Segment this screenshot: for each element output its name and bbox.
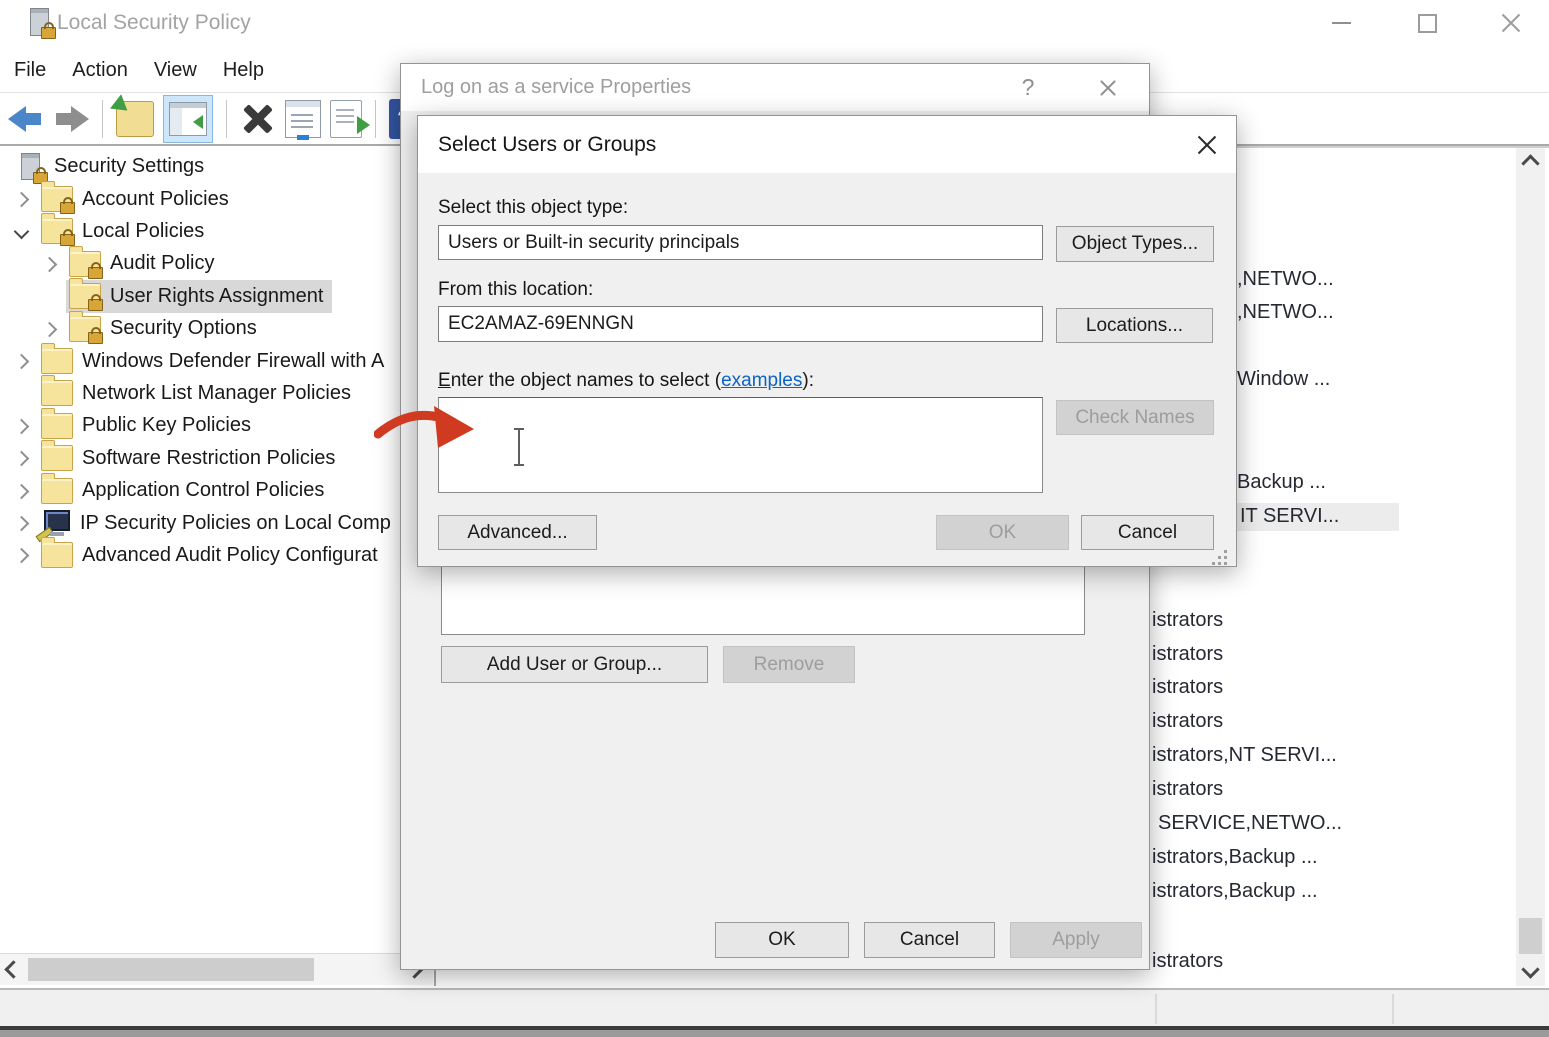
label-text: nter the object names to select ( — [451, 370, 721, 391]
object-names-label: Enter the object names to select (exampl… — [438, 370, 814, 392]
select-dialog-title-bar[interactable]: Select Users or Groups — [418, 116, 1236, 173]
local-security-policy-window: Local Security Policy File Action View H… — [0, 0, 1549, 1037]
select-cancel-button[interactable]: Cancel — [1081, 515, 1214, 550]
properties-dialog-title: Log on as a service Properties — [421, 76, 691, 99]
properties-ok-button[interactable]: OK — [715, 922, 849, 958]
list-row-fragment[interactable]: istrators,Backup ... — [1152, 880, 1318, 903]
check-names-button: Check Names — [1056, 400, 1214, 435]
list-row-fragment[interactable]: Window ... — [1237, 368, 1330, 391]
list-row-fragment[interactable]: istrators — [1152, 778, 1223, 801]
object-type-label: Select this object type: — [438, 197, 628, 219]
horizontal-scrollbar-thumb[interactable] — [28, 958, 314, 981]
object-type-value: Users or Built-in security principals — [448, 232, 739, 254]
list-row-fragment[interactable]: SERVICE,NETWO... — [1158, 812, 1342, 835]
list-row-fragment[interactable]: ,NETWO... — [1237, 268, 1334, 291]
advanced-button[interactable]: Advanced... — [438, 515, 597, 550]
list-row-fragment[interactable]: istrators — [1152, 710, 1223, 733]
location-value: EC2AMAZ-69ENNGN — [448, 313, 634, 335]
properties-apply-button: Apply — [1010, 922, 1142, 958]
list-row-fragment[interactable]: istrators,NT SERVI... — [1152, 744, 1337, 767]
close-icon — [1098, 78, 1118, 98]
examples-link[interactable]: examples — [721, 370, 802, 391]
list-row-fragment[interactable]: IT SERVI... — [1234, 503, 1399, 531]
close-icon — [1195, 133, 1219, 157]
accel-letter: E — [438, 370, 451, 391]
members-list[interactable] — [441, 561, 1085, 635]
remove-button: Remove — [723, 646, 855, 683]
dialog-close-button[interactable] — [1085, 64, 1131, 111]
object-type-field[interactable]: Users or Built-in security principals — [438, 225, 1043, 260]
list-row-fragment[interactable]: istrators — [1152, 676, 1223, 699]
properties-cancel-button[interactable]: Cancel — [864, 922, 995, 958]
list-row-fragment[interactable]: istrators — [1152, 950, 1223, 973]
annotation-arrow-icon — [374, 404, 478, 450]
select-ok-button: OK — [936, 515, 1069, 550]
select-users-or-groups-dialog: Select Users or Groups Select this objec… — [417, 115, 1237, 567]
location-label: From this location: — [438, 279, 593, 301]
list-row-fragment[interactable]: istrators — [1152, 643, 1223, 666]
horizontal-scrollbar[interactable] — [0, 953, 433, 985]
resize-grip[interactable] — [1224, 550, 1227, 553]
list-row-fragment[interactable]: Backup ... — [1237, 471, 1326, 494]
label-close: ): — [802, 370, 814, 391]
object-names-input[interactable] — [438, 397, 1043, 493]
list-row-fragment[interactable]: ,NETWO... — [1237, 301, 1334, 324]
locations-button[interactable]: Locations... — [1056, 308, 1213, 343]
dialog-help-button[interactable]: ? — [1005, 64, 1051, 111]
list-row-fragment[interactable]: istrators — [1152, 609, 1223, 632]
text-cursor-icon — [512, 428, 526, 466]
object-types-button[interactable]: Object Types... — [1056, 226, 1214, 262]
add-user-or-group-button[interactable]: Add User or Group... — [441, 646, 708, 683]
chevron-left-icon — [4, 960, 22, 978]
select-dialog-title: Select Users or Groups — [438, 133, 656, 157]
list-row-fragment[interactable]: istrators,Backup ... — [1152, 846, 1318, 869]
select-dialog-close-button[interactable] — [1184, 124, 1230, 166]
location-field[interactable]: EC2AMAZ-69ENNGN — [438, 306, 1043, 342]
scroll-left-button[interactable] — [2, 954, 24, 985]
